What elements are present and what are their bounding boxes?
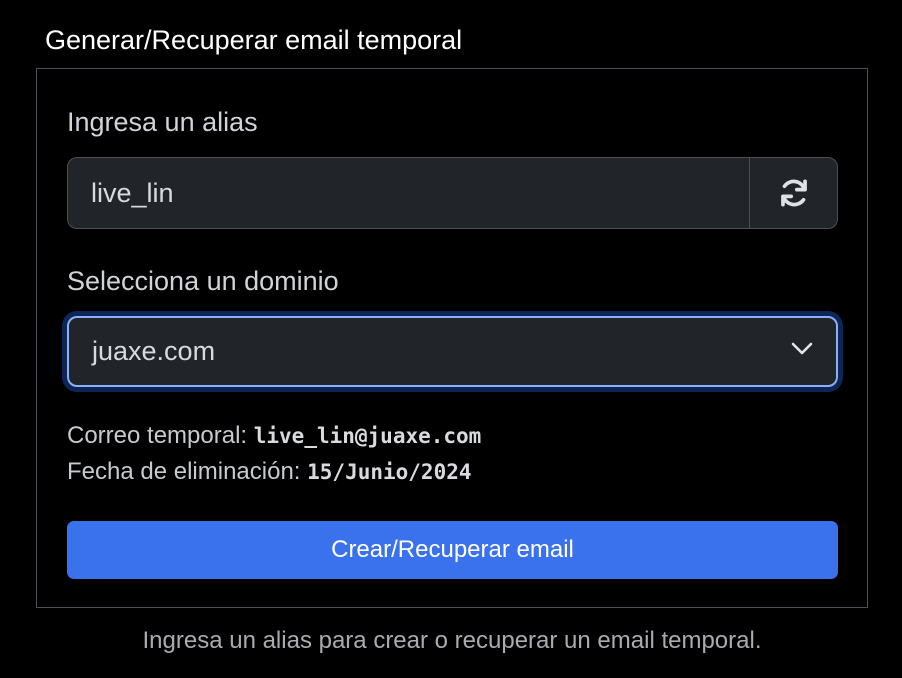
chevron-down-icon [791, 342, 813, 361]
alias-input[interactable] [67, 157, 749, 229]
domain-label: Selecciona un dominio [67, 266, 339, 296]
temp-email-info: Correo temporal: live_lin@juaxe.com [67, 420, 481, 452]
alias-label: Ingresa un alias [67, 107, 258, 137]
deletion-date-info: Fecha de eliminación: 15/Junio/2024 [67, 456, 472, 488]
domain-select-value: juaxe.com [92, 336, 216, 366]
page-title: Generar/Recuperar email temporal [45, 25, 463, 55]
refresh-icon [777, 176, 811, 210]
deletion-date-label: Fecha de eliminación: [67, 458, 301, 485]
help-text: Ingresa un alias para crear o recuperar … [142, 627, 762, 654]
alias-input-group [67, 157, 838, 229]
create-recover-email-button[interactable]: Crear/Recuperar email [67, 521, 838, 579]
refresh-alias-button[interactable] [749, 157, 838, 229]
temp-email-value: live_lin@juaxe.com [253, 424, 482, 448]
domain-select[interactable]: juaxe.com [67, 316, 838, 387]
deletion-date-value: 15/Junio/2024 [307, 460, 472, 484]
temp-email-label: Correo temporal: [67, 422, 248, 449]
